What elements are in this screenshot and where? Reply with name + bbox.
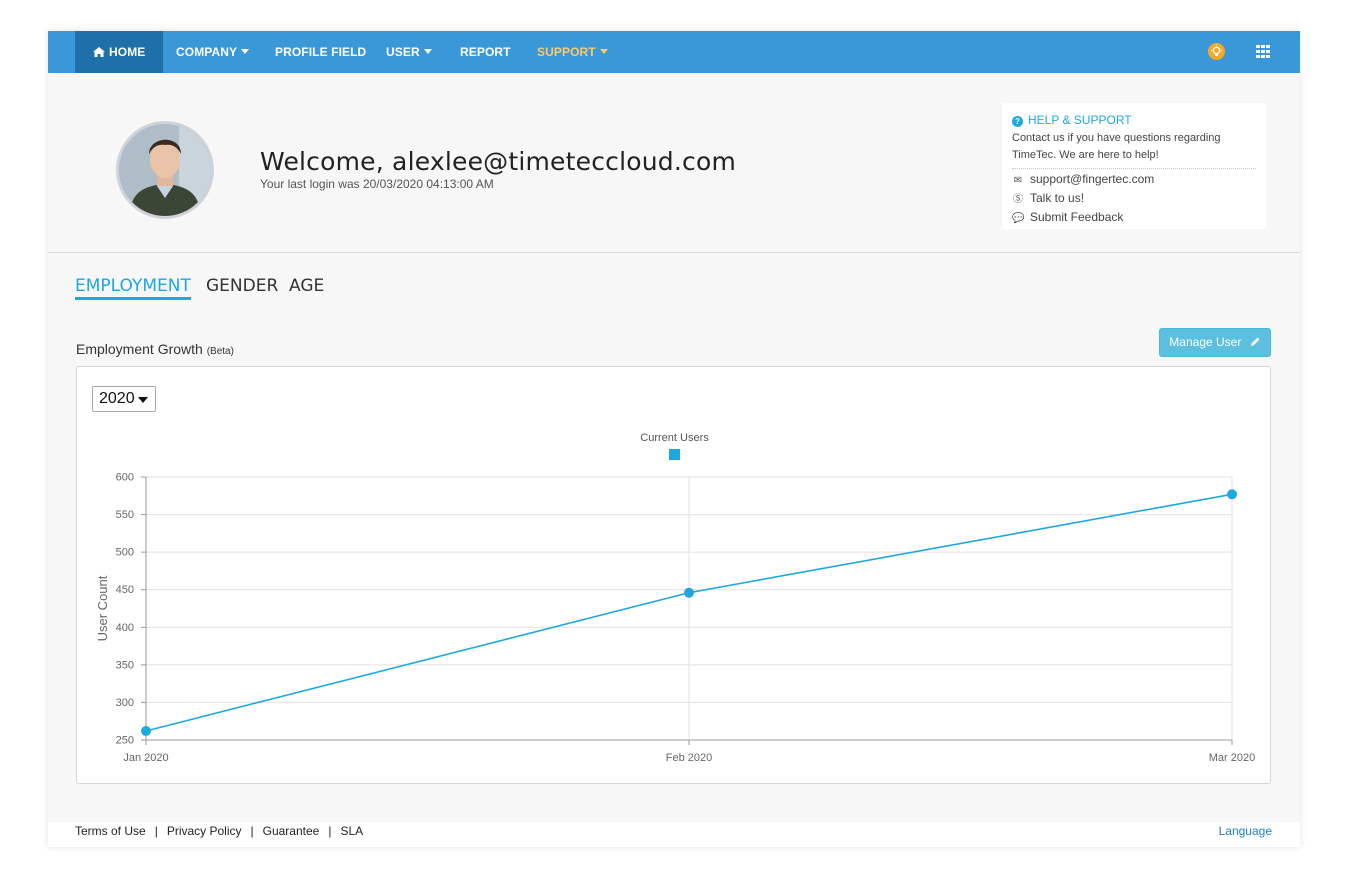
nav-company-label: COMPANY xyxy=(176,45,238,59)
nav-user[interactable]: USER xyxy=(386,31,432,73)
nav-report-label: REPORT xyxy=(460,45,511,59)
envelope-icon: ✉ xyxy=(1013,175,1023,186)
x-tick-label: Jan 2020 xyxy=(123,752,168,764)
footer-separator: | xyxy=(154,824,158,838)
lightbulb-icon[interactable] xyxy=(1208,43,1225,60)
support-email-label: support@fingertec.com xyxy=(1030,172,1155,186)
home-icon xyxy=(93,47,105,57)
footer-separator: | xyxy=(328,824,332,838)
nav-profile-field-label: PROFILE FIELD xyxy=(275,45,367,59)
data-point[interactable] xyxy=(141,725,151,736)
y-tick-label: 550 xyxy=(116,509,134,521)
chart-panel: 2020 Current Users 250 300 350 400 450 500 550… xyxy=(76,366,1271,784)
y-tick-label: 600 xyxy=(116,472,134,484)
nav-report[interactable]: REPORT xyxy=(460,31,511,73)
y-tick-label: 450 xyxy=(116,584,134,596)
tab-age[interactable]: AGE xyxy=(289,276,324,296)
nav-user-label: USER xyxy=(386,45,420,59)
help-title-row: ? HELP & SUPPORT xyxy=(1012,113,1256,127)
nav-company[interactable]: COMPANY xyxy=(176,31,250,73)
terms-link[interactable]: Terms of Use xyxy=(75,824,146,838)
talk-to-us-link[interactable]: Ⓢ Talk to us! xyxy=(1012,191,1256,207)
nav-home[interactable]: HOME xyxy=(75,31,164,73)
section-title: Employment Growth (Beta) xyxy=(76,341,234,357)
section-title-text: Employment Growth xyxy=(76,341,203,357)
footer: Terms of Use | Privacy Policy | Guarantee | SL… xyxy=(48,822,1300,847)
chevron-down-icon xyxy=(599,49,608,54)
nav-profile-field[interactable]: PROFILE FIELD xyxy=(275,31,366,73)
x-tick-label: Mar 2020 xyxy=(1209,752,1255,764)
sla-link[interactable]: SLA xyxy=(340,824,363,838)
footer-separator: | xyxy=(250,824,254,838)
chevron-down-icon xyxy=(423,49,432,54)
y-tick-label: 500 xyxy=(116,547,134,559)
y-tick-label: 300 xyxy=(116,697,134,709)
help-description: Contact us if you have questions regardi… xyxy=(1012,130,1256,169)
top-navbar: HOME COMPANY PROFILE FIELD USER REPORT S… xyxy=(48,31,1300,73)
last-login-text: Your last login was 20/03/2020 04:13:00 … xyxy=(260,177,494,191)
manage-user-label: Manage User xyxy=(1169,335,1242,349)
nav-support[interactable]: SUPPORT xyxy=(537,31,608,73)
footer-links: Terms of Use | Privacy Policy | Guarantee | SL… xyxy=(75,822,363,840)
welcome-header: Welcome, alexlee@timeteccloud.com Your l… xyxy=(48,73,1300,253)
data-point[interactable] xyxy=(684,587,694,598)
talk-to-us-label: Talk to us! xyxy=(1030,191,1085,205)
y-tick-label: 250 xyxy=(116,735,134,747)
tab-employment[interactable]: EMPLOYMENT xyxy=(75,276,191,300)
x-tick-label: Feb 2020 xyxy=(666,752,712,764)
skype-icon: Ⓢ xyxy=(1013,194,1023,205)
avatar[interactable] xyxy=(116,121,214,219)
welcome-title: Welcome, alexlee@timeteccloud.com xyxy=(260,147,737,176)
nav-support-label: SUPPORT xyxy=(537,45,596,59)
avatar-image xyxy=(119,124,211,216)
y-axis-label: User Count xyxy=(95,575,110,641)
support-email-link[interactable]: ✉ support@fingertec.com xyxy=(1012,172,1256,188)
guarantee-link[interactable]: Guarantee xyxy=(263,824,320,838)
question-circle-icon: ? xyxy=(1012,116,1023,127)
app-container: HOME COMPANY PROFILE FIELD USER REPORT S… xyxy=(48,31,1300,847)
language-link[interactable]: Language xyxy=(1219,822,1272,840)
chart-svg: 250 300 350 400 450 500 550 600 Jan 2020 Feb 2020… xyxy=(95,472,1255,765)
chevron-down-icon xyxy=(241,49,250,54)
pencil-icon xyxy=(1250,337,1260,346)
data-point[interactable] xyxy=(1227,489,1237,500)
y-tick-label: 350 xyxy=(116,659,134,671)
tab-gender[interactable]: GENDER xyxy=(206,276,278,296)
lightbulb-glyph xyxy=(1211,44,1222,56)
help-support-box: ? HELP & SUPPORT Contact us if you have q… xyxy=(1002,103,1266,229)
nav-home-label: HOME xyxy=(109,45,146,59)
y-tick-label: 400 xyxy=(116,622,134,634)
apps-grid-icon[interactable] xyxy=(1256,45,1271,59)
beta-label: (Beta) xyxy=(206,346,234,357)
manage-user-button[interactable]: Manage User xyxy=(1159,328,1271,357)
submit-feedback-label: Submit Feedback xyxy=(1030,210,1124,224)
submit-feedback-link[interactable]: 💬 Submit Feedback xyxy=(1012,210,1256,226)
comments-icon: 💬 xyxy=(1012,213,1025,224)
help-title: HELP & SUPPORT xyxy=(1028,113,1132,127)
privacy-link[interactable]: Privacy Policy xyxy=(167,824,242,838)
